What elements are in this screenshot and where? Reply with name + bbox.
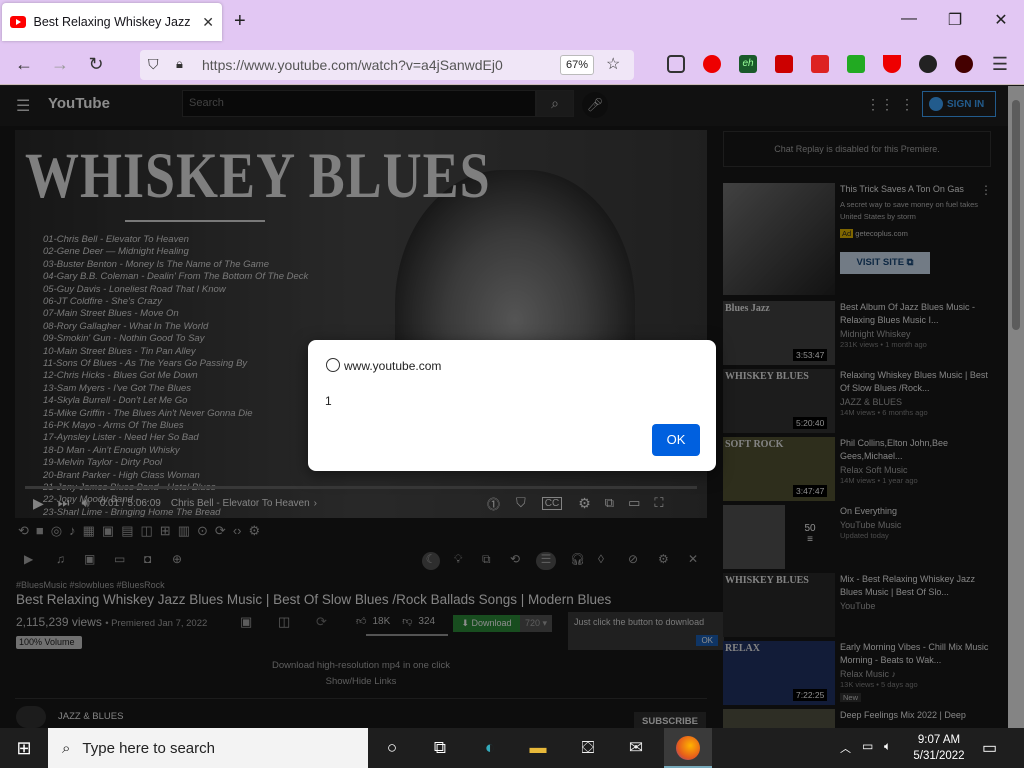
eh-ext-icon[interactable]: eh [739,55,757,73]
dialog-message: 1 [325,394,332,408]
task-view-icon[interactable]: ⧉ [428,736,452,760]
lock-icon[interactable]: 🔒︎ [176,56,183,72]
cortana-icon[interactable]: ○ [380,736,404,760]
forward-icon[interactable]: → [48,54,72,75]
firefox-taskbar-button[interactable] [664,728,712,768]
firefox-icon [676,736,700,760]
bookmark-star-icon[interactable]: ☆ [606,54,620,74]
record-ext-icon[interactable] [955,55,973,73]
search-icon: ⌕ [62,739,71,757]
windows-start-icon[interactable]: ⊞ [0,728,48,768]
network-icon[interactable]: ▭ [862,739,873,753]
zoom-indicator[interactable]: 67% [560,55,594,75]
tab-bar: Best Relaxing Whiskey Jazz Blue ✕ + — ❐ … [0,0,1024,45]
url-bar[interactable]: ⛉ 🔒︎ https://www.youtube.com/watch?v=a4j… [140,50,634,80]
pen-ext-icon[interactable] [775,55,793,73]
browser-tab[interactable]: Best Relaxing Whiskey Jazz Blue ✕ [2,3,222,41]
maximize-icon[interactable]: ❐ [945,10,965,30]
windows-taskbar: ⊞ ⌕ Type here to search ○ ⧉ ◐ ▬ ⛋ ✉ ︿ ▭ 🔈… [0,728,1024,768]
pocket-icon[interactable] [667,55,685,73]
minimize-icon[interactable]: — [899,10,919,28]
youtube-ext-icon[interactable] [703,55,721,73]
edge-icon[interactable]: ◐ [478,736,502,760]
alert-dialog: www.youtube.com 1 OK [308,340,716,471]
notifications-icon[interactable]: ▭ [982,738,997,758]
taskbar-search[interactable]: ⌕ Type here to search [48,728,368,768]
shield-icon[interactable]: ⛉ [148,56,159,73]
speaker-icon[interactable]: 🔈︎ [884,739,891,754]
clock[interactable]: 9:07 AM 5/31/2022 [904,732,974,764]
url-text[interactable]: https://www.youtube.com/watch?v=a4jSanwd… [202,57,503,73]
close-window-icon[interactable]: ✕ [991,10,1011,30]
clock-date: 5/31/2022 [913,750,965,762]
dialog-host: www.youtube.com [344,359,442,373]
tray-chevron-icon[interactable]: ︿ [840,740,851,756]
back-icon[interactable]: ← [12,54,36,75]
store-icon[interactable]: ⛋ [576,736,600,760]
shield-ext-icon[interactable] [883,55,901,73]
reload-icon[interactable]: ↻ [84,54,108,75]
youtube-favicon-icon [10,16,26,28]
glasses-ext-icon[interactable] [919,55,937,73]
download-ext-icon[interactable] [847,55,865,73]
nav-bar: ← → ↻ ⛉ 🔒︎ https://www.youtube.com/watch… [0,45,1024,85]
file-explorer-icon[interactable]: ▬ [526,736,550,760]
menu-icon[interactable]: ☰ [988,54,1012,75]
clock-time: 9:07 AM [917,734,961,746]
mail-icon[interactable]: ✉ [624,736,648,760]
globe-icon [326,358,340,372]
new-tab-button[interactable]: + [234,10,246,33]
close-tab-icon[interactable]: ✕ [202,14,214,31]
taskbar-search-text: Type here to search [82,739,215,757]
thumbs-ext-icon[interactable] [811,55,829,73]
ok-button[interactable]: OK [652,424,700,456]
tab-title: Best Relaxing Whiskey Jazz Blue [33,15,195,29]
